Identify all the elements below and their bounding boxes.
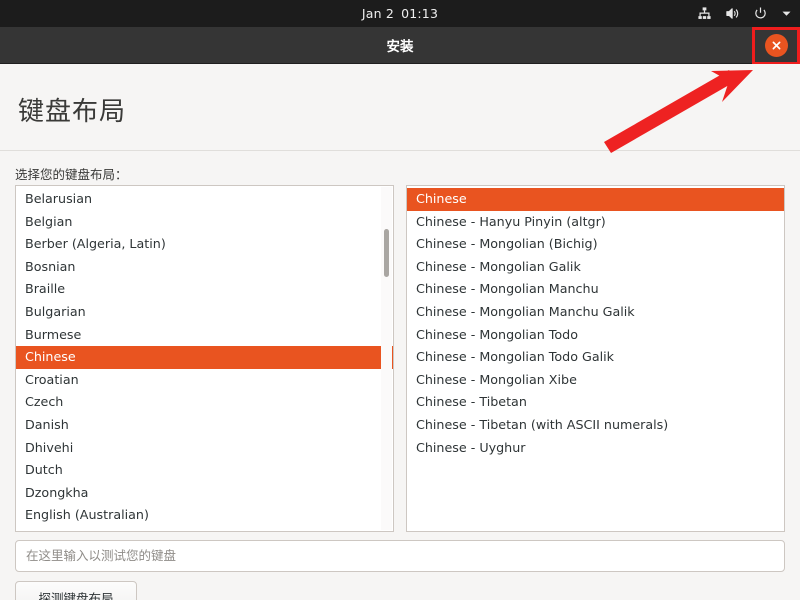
- screen: Jan 2 01:13 安装 键盘布局 选择您的键盘布局： Belarusian…: [0, 0, 800, 600]
- list-item[interactable]: Dhivehi: [16, 437, 393, 460]
- list-item[interactable]: Chinese - Hanyu Pinyin (altgr): [407, 211, 784, 234]
- window-title-bar: 安装: [0, 27, 800, 64]
- window-title: 安装: [386, 39, 414, 55]
- list-item[interactable]: Dzongkha: [16, 482, 393, 505]
- left-list-scrollbar[interactable]: [381, 187, 392, 530]
- close-button[interactable]: [754, 29, 798, 62]
- list-item[interactable]: Chinese: [16, 346, 393, 369]
- list-item[interactable]: Burmese: [16, 324, 393, 347]
- keyboard-test-placeholder: 在这里输入以测试您的键盘: [26, 548, 177, 563]
- list-item[interactable]: Chinese - Mongolian Todo: [407, 324, 784, 347]
- list-item[interactable]: Chinese - Tibetan (with ASCII numerals): [407, 414, 784, 437]
- power-icon[interactable]: [753, 6, 768, 21]
- list-item[interactable]: Berber (Algeria, Latin): [16, 233, 393, 256]
- list-item[interactable]: Bosnian: [16, 256, 393, 279]
- system-tray: [697, 0, 792, 27]
- list-item[interactable]: Chinese - Mongolian Manchu Galik: [407, 301, 784, 324]
- installer-page: 键盘布局 选择您的键盘布局： Belarusian Belgian Berber (…: [0, 64, 800, 600]
- list-item[interactable]: Chinese - Uyghur: [407, 437, 784, 460]
- volume-icon[interactable]: [725, 6, 740, 21]
- detect-keyboard-layout-button[interactable]: 探测键盘布局: [15, 581, 137, 600]
- list-item[interactable]: Braille: [16, 278, 393, 301]
- close-icon[interactable]: [764, 34, 788, 57]
- chevron-down-icon[interactable]: [781, 8, 792, 19]
- clock-date: Jan 2: [361, 6, 395, 21]
- list-item[interactable]: Danish: [16, 414, 393, 437]
- left-list-scroll-thumb[interactable]: [383, 229, 389, 277]
- list-item[interactable]: Belgian: [16, 211, 393, 234]
- clock[interactable]: Jan 2 01:13: [362, 6, 438, 21]
- choose-layout-label: 选择您的键盘布局：: [15, 167, 128, 182]
- list-item[interactable]: Chinese - Mongolian Manchu: [407, 278, 784, 301]
- keyboard-variant-list[interactable]: Chinese Chinese - Hanyu Pinyin (altgr) Chi…: [406, 185, 785, 532]
- list-item[interactable]: Bulgarian: [16, 301, 393, 324]
- list-item[interactable]: Chinese - Tibetan: [407, 391, 784, 414]
- list-item[interactable]: Chinese: [407, 188, 784, 211]
- list-item[interactable]: Chinese - Mongolian (Bichig): [407, 233, 784, 256]
- gnome-top-bar: Jan 2 01:13: [0, 0, 800, 27]
- page-title: 键盘布局: [18, 97, 127, 127]
- list-item[interactable]: Chinese - Mongolian Galik: [407, 256, 784, 279]
- list-item[interactable]: Croatian: [16, 369, 393, 392]
- clock-time: 01:13: [401, 6, 439, 21]
- list-item[interactable]: Chinese - Mongolian Todo Galik: [407, 346, 784, 369]
- network-icon[interactable]: [697, 6, 712, 21]
- list-item[interactable]: Dutch: [16, 459, 393, 482]
- list-item[interactable]: Belarusian: [16, 188, 393, 211]
- header-divider: [0, 150, 800, 151]
- keyboard-layout-list[interactable]: Belarusian Belgian Berber (Algeria, Latin)…: [15, 185, 394, 532]
- list-item[interactable]: Chinese - Mongolian Xibe: [407, 369, 784, 392]
- list-item[interactable]: English (Australian): [16, 504, 393, 527]
- list-item[interactable]: Czech: [16, 391, 393, 414]
- keyboard-test-input[interactable]: 在这里输入以测试您的键盘: [15, 540, 785, 572]
